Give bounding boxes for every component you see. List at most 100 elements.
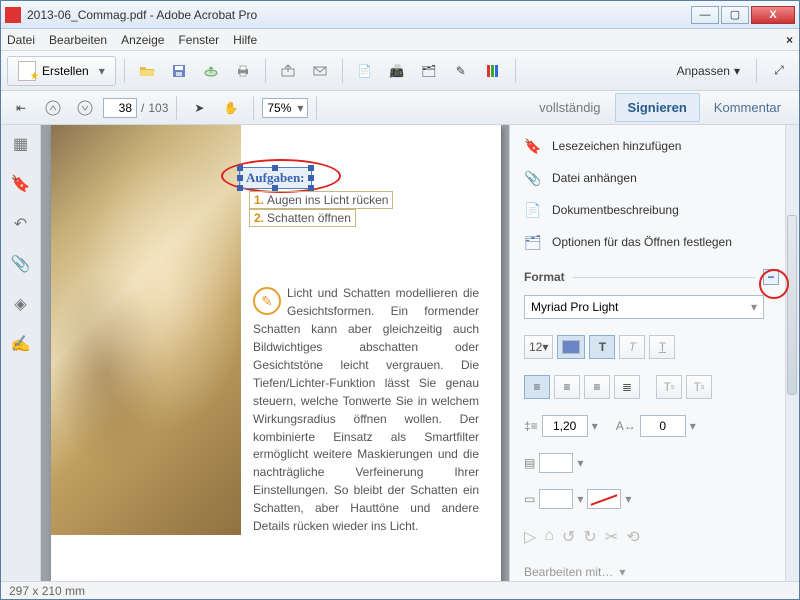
- menu-help[interactable]: Hilfe: [233, 33, 257, 47]
- options-icon: 🗂: [524, 233, 542, 251]
- italic-button[interactable]: T: [619, 335, 645, 359]
- undo-icon[interactable]: ↶: [10, 213, 32, 235]
- pdf-icon: [5, 7, 21, 23]
- layers-icon[interactable]: ◈: [10, 293, 32, 315]
- nav-toolbar: ⇤ / 103 ➤ ✋ 75%▾ vollständig Signieren K…: [1, 91, 799, 125]
- page-total: 103: [148, 101, 168, 115]
- collapse-button[interactable]: −: [763, 269, 779, 285]
- menu-file[interactable]: Datei: [7, 33, 35, 47]
- color-bars-icon[interactable]: [479, 57, 507, 85]
- chevron-down-icon: ▾: [297, 101, 303, 115]
- prev-page-button[interactable]: [39, 94, 67, 122]
- rotate-cw-icon: ↻: [583, 527, 596, 547]
- menu-edit[interactable]: Bearbeiten: [49, 33, 107, 47]
- text-color-swatch[interactable]: [557, 335, 585, 359]
- add-bookmark-item[interactable]: 🔖Lesezeichen hinzufügen: [524, 135, 779, 157]
- subscript-button[interactable]: Ts: [686, 375, 712, 399]
- right-panel: 🔖Lesezeichen hinzufügen 📎Datei anhängen …: [509, 125, 799, 581]
- document-area[interactable]: Aufgaben: 1.Augen ins Licht rücken 2.Sch…: [41, 125, 509, 581]
- create-icon: [18, 61, 36, 81]
- print-button[interactable]: [229, 57, 257, 85]
- selected-text-box[interactable]: Aufgaben:: [239, 167, 312, 189]
- cloud-button[interactable]: [197, 57, 225, 85]
- nav-panel: ▦ 🔖 ↶ 📎 ◈ ✍: [1, 125, 41, 581]
- crop-icon: ✂: [605, 527, 618, 547]
- align-right-button[interactable]: ≡: [584, 375, 610, 399]
- share-button[interactable]: [274, 57, 302, 85]
- scroll-thumb[interactable]: [787, 215, 797, 395]
- task-item-2[interactable]: 2.Schatten öffnen: [249, 209, 356, 227]
- fullscreen-button[interactable]: ⤢: [765, 57, 793, 85]
- tracking-input[interactable]: [640, 415, 686, 437]
- select-tool[interactable]: ➤: [185, 94, 213, 122]
- flip-v-icon: ⌂: [544, 527, 554, 547]
- first-page-button[interactable]: ⇤: [7, 94, 35, 122]
- page-input[interactable]: [103, 98, 137, 118]
- menu-window[interactable]: Fenster: [178, 33, 219, 47]
- bold-button[interactable]: T: [589, 335, 615, 359]
- disabled-tools: ▷ ⌂ ↺ ↻ ✂ ⟲: [524, 527, 779, 547]
- signatures-icon[interactable]: ✍: [10, 333, 32, 355]
- comment-link[interactable]: Kommentar: [702, 94, 793, 121]
- doc-description-item[interactable]: 📄Dokumentbeschreibung: [524, 199, 779, 221]
- flip-h-icon: ▷: [524, 527, 536, 547]
- align-center-button[interactable]: ≡: [554, 375, 580, 399]
- stroke-swatch[interactable]: [539, 489, 573, 509]
- chevron-down-icon: ▾: [99, 64, 105, 78]
- doc-close-button[interactable]: ×: [786, 33, 793, 47]
- edit-text-button[interactable]: ✎: [447, 57, 475, 85]
- export-pdf-button[interactable]: 📄: [351, 57, 379, 85]
- font-select[interactable]: Myriad Pro Light▾: [524, 295, 764, 319]
- pdf-page: Aufgaben: 1.Augen ins Licht rücken 2.Sch…: [51, 125, 501, 581]
- dropcap-icon: ✎: [253, 287, 281, 315]
- email-button[interactable]: [306, 57, 334, 85]
- fill-icon: ▤: [524, 456, 535, 470]
- close-button[interactable]: X: [751, 6, 795, 24]
- portrait-image: [51, 125, 241, 535]
- task-item-1[interactable]: 1.Augen ins Licht rücken: [249, 191, 393, 209]
- create-label: Erstellen: [42, 64, 89, 78]
- panel-scrollbar[interactable]: [785, 125, 799, 581]
- edit-with-button[interactable]: Bearbeiten mit…▾: [524, 565, 779, 579]
- menubar: Datei Bearbeiten Anzeige Fenster Hilfe ×: [1, 29, 799, 51]
- combine-button[interactable]: 🗂: [415, 57, 443, 85]
- no-stroke-swatch[interactable]: [587, 489, 621, 509]
- sign-link[interactable]: Signieren: [615, 93, 700, 122]
- format-section-header: Format −: [524, 269, 779, 285]
- line-height-input[interactable]: [542, 415, 588, 437]
- window-title: 2013-06_Commag.pdf - Adobe Acrobat Pro: [27, 8, 691, 22]
- rotate-ccw-icon: ↺: [562, 527, 575, 547]
- maximize-button[interactable]: ▢: [721, 6, 749, 24]
- save-button[interactable]: [165, 57, 193, 85]
- superscript-button[interactable]: Ts: [656, 375, 682, 399]
- fill-swatch[interactable]: [539, 453, 573, 473]
- open-button[interactable]: [133, 57, 161, 85]
- body-text[interactable]: ✎ Licht und Schatten modellieren die Ges…: [253, 285, 479, 536]
- menu-view[interactable]: Anzeige: [121, 33, 164, 47]
- page-sep: /: [141, 101, 144, 115]
- underline-button[interactable]: T: [649, 335, 675, 359]
- attachments-icon[interactable]: 📎: [10, 253, 32, 275]
- font-size-input[interactable]: 12 ▾: [524, 335, 553, 359]
- tools-link[interactable]: vollständig: [527, 94, 612, 121]
- chevron-down-icon: ▾: [734, 64, 740, 78]
- customize-button[interactable]: Anpassen▾: [669, 60, 748, 82]
- tracking-icon: A↔: [616, 419, 636, 433]
- attach-file-item[interactable]: 📎Datei anhängen: [524, 167, 779, 189]
- scan-button[interactable]: 📠: [383, 57, 411, 85]
- open-options-item[interactable]: 🗂Optionen für das Öffnen festlegen: [524, 231, 779, 253]
- thumbnails-icon[interactable]: ▦: [10, 133, 32, 155]
- paperclip-icon: 📎: [524, 169, 542, 187]
- next-page-button[interactable]: [71, 94, 99, 122]
- align-justify-button[interactable]: ≣: [614, 375, 640, 399]
- window-controls: — ▢ X: [691, 6, 795, 24]
- minimize-button[interactable]: —: [691, 6, 719, 24]
- body-area: ▦ 🔖 ↶ 📎 ◈ ✍ Aufgaben: 1.Augen ins Licht …: [1, 125, 799, 581]
- document-icon: 📄: [524, 201, 542, 219]
- create-button[interactable]: Erstellen ▾: [7, 56, 116, 86]
- hand-tool[interactable]: ✋: [217, 94, 245, 122]
- bookmarks-icon[interactable]: 🔖: [10, 173, 32, 195]
- zoom-select[interactable]: 75%▾: [262, 98, 308, 118]
- align-left-button[interactable]: ≡: [524, 375, 550, 399]
- selected-text: Aufgaben:: [246, 170, 305, 186]
